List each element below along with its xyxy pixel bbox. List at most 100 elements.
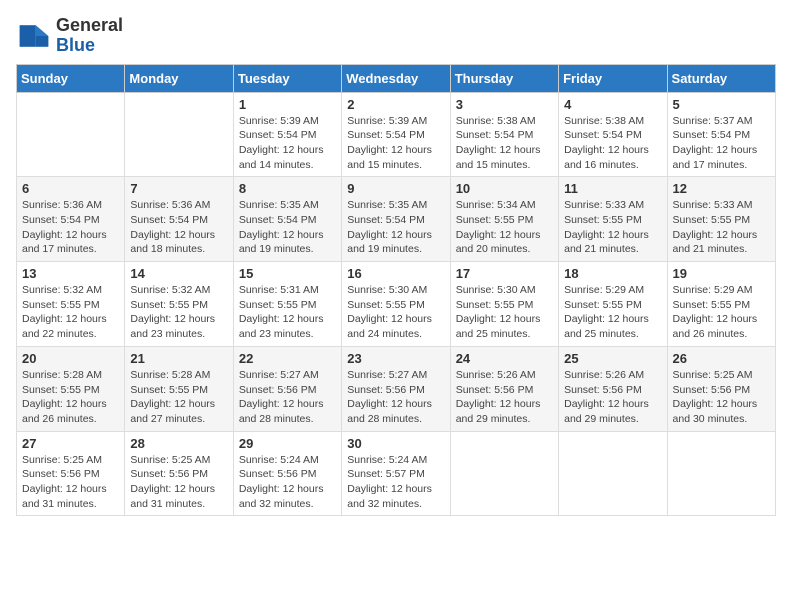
- day-number: 24: [456, 351, 553, 366]
- weekday-header-wednesday: Wednesday: [342, 64, 450, 92]
- day-info: Sunrise: 5:27 AM Sunset: 5:56 PM Dayligh…: [239, 368, 336, 427]
- calendar-cell: 15 Sunrise: 5:31 AM Sunset: 5:55 PM Dayli…: [233, 262, 341, 347]
- day-info: Sunrise: 5:34 AM Sunset: 5:55 PM Dayligh…: [456, 198, 553, 257]
- calendar-cell: [125, 92, 233, 177]
- calendar-cell: 28 Sunrise: 5:25 AM Sunset: 5:56 PM Dayli…: [125, 431, 233, 516]
- calendar-cell: 13 Sunrise: 5:32 AM Sunset: 5:55 PM Dayli…: [17, 262, 125, 347]
- calendar-cell: 23 Sunrise: 5:27 AM Sunset: 5:56 PM Dayli…: [342, 346, 450, 431]
- weekday-header-tuesday: Tuesday: [233, 64, 341, 92]
- day-info: Sunrise: 5:26 AM Sunset: 5:56 PM Dayligh…: [456, 368, 553, 427]
- day-number: 11: [564, 181, 661, 196]
- day-info: Sunrise: 5:28 AM Sunset: 5:55 PM Dayligh…: [22, 368, 119, 427]
- day-number: 18: [564, 266, 661, 281]
- day-info: Sunrise: 5:25 AM Sunset: 5:56 PM Dayligh…: [22, 453, 119, 512]
- day-number: 16: [347, 266, 444, 281]
- calendar-cell: 8 Sunrise: 5:35 AM Sunset: 5:54 PM Daylig…: [233, 177, 341, 262]
- day-number: 23: [347, 351, 444, 366]
- calendar-cell: 19 Sunrise: 5:29 AM Sunset: 5:55 PM Dayli…: [667, 262, 775, 347]
- day-number: 7: [130, 181, 227, 196]
- day-number: 2: [347, 97, 444, 112]
- day-info: Sunrise: 5:24 AM Sunset: 5:57 PM Dayligh…: [347, 453, 444, 512]
- day-number: 20: [22, 351, 119, 366]
- weekday-header-monday: Monday: [125, 64, 233, 92]
- calendar-cell: 9 Sunrise: 5:35 AM Sunset: 5:54 PM Daylig…: [342, 177, 450, 262]
- calendar-cell: 29Sunrise: 5:24 AM Sunset: 5:56 PM Dayli…: [233, 431, 341, 516]
- day-number: 12: [673, 181, 770, 196]
- calendar-cell: [559, 431, 667, 516]
- calendar-cell: 14Sunrise: 5:32 AM Sunset: 5:55 PM Dayli…: [125, 262, 233, 347]
- day-number: 30: [347, 436, 444, 451]
- day-info: Sunrise: 5:38 AM Sunset: 5:54 PM Dayligh…: [564, 114, 661, 173]
- day-number: 28: [130, 436, 227, 451]
- day-number: 13: [22, 266, 119, 281]
- day-number: 6: [22, 181, 119, 196]
- day-info: Sunrise: 5:33 AM Sunset: 5:55 PM Dayligh…: [564, 198, 661, 257]
- day-info: Sunrise: 5:35 AM Sunset: 5:54 PM Dayligh…: [347, 198, 444, 257]
- day-info: Sunrise: 5:29 AM Sunset: 5:55 PM Dayligh…: [564, 283, 661, 342]
- calendar-cell: 5 Sunrise: 5:37 AM Sunset: 5:54 PM Daylig…: [667, 92, 775, 177]
- calendar-cell: 20 Sunrise: 5:28 AM Sunset: 5:55 PM Dayli…: [17, 346, 125, 431]
- calendar-cell: 16 Sunrise: 5:30 AM Sunset: 5:55 PM Dayli…: [342, 262, 450, 347]
- calendar-cell: 18 Sunrise: 5:29 AM Sunset: 5:55 PM Dayli…: [559, 262, 667, 347]
- day-info: Sunrise: 5:32 AM Sunset: 5:55 PM Dayligh…: [130, 283, 227, 342]
- day-number: 22: [239, 351, 336, 366]
- calendar-header-row: SundayMondayTuesdayWednesdayThursdayFrid…: [17, 64, 776, 92]
- calendar-week-2: 6 Sunrise: 5:36 AM Sunset: 5:54 PM Daylig…: [17, 177, 776, 262]
- day-number: 26: [673, 351, 770, 366]
- logo: General Blue: [16, 16, 123, 56]
- day-number: 19: [673, 266, 770, 281]
- weekday-header-saturday: Saturday: [667, 64, 775, 92]
- day-info: Sunrise: 5:25 AM Sunset: 5:56 PM Dayligh…: [130, 453, 227, 512]
- day-number: 5: [673, 97, 770, 112]
- calendar-cell: 22 Sunrise: 5:27 AM Sunset: 5:56 PM Dayli…: [233, 346, 341, 431]
- day-info: Sunrise: 5:39 AM Sunset: 5:54 PM Dayligh…: [239, 114, 336, 173]
- calendar-cell: 12Sunrise: 5:33 AM Sunset: 5:55 PM Dayli…: [667, 177, 775, 262]
- day-info: Sunrise: 5:27 AM Sunset: 5:56 PM Dayligh…: [347, 368, 444, 427]
- day-info: Sunrise: 5:29 AM Sunset: 5:55 PM Dayligh…: [673, 283, 770, 342]
- calendar-cell: 3 Sunrise: 5:38 AM Sunset: 5:54 PM Daylig…: [450, 92, 558, 177]
- logo-icon: [16, 18, 52, 54]
- day-number: 15: [239, 266, 336, 281]
- day-info: Sunrise: 5:26 AM Sunset: 5:56 PM Dayligh…: [564, 368, 661, 427]
- day-info: Sunrise: 5:32 AM Sunset: 5:55 PM Dayligh…: [22, 283, 119, 342]
- day-info: Sunrise: 5:36 AM Sunset: 5:54 PM Dayligh…: [22, 198, 119, 257]
- calendar-week-1: 1 Sunrise: 5:39 AM Sunset: 5:54 PM Daylig…: [17, 92, 776, 177]
- day-info: Sunrise: 5:30 AM Sunset: 5:55 PM Dayligh…: [347, 283, 444, 342]
- calendar-week-3: 13 Sunrise: 5:32 AM Sunset: 5:55 PM Dayli…: [17, 262, 776, 347]
- day-number: 3: [456, 97, 553, 112]
- day-number: 17: [456, 266, 553, 281]
- day-number: 29: [239, 436, 336, 451]
- day-info: Sunrise: 5:38 AM Sunset: 5:54 PM Dayligh…: [456, 114, 553, 173]
- calendar-cell: [667, 431, 775, 516]
- day-number: 4: [564, 97, 661, 112]
- day-info: Sunrise: 5:30 AM Sunset: 5:55 PM Dayligh…: [456, 283, 553, 342]
- day-number: 10: [456, 181, 553, 196]
- calendar-cell: [450, 431, 558, 516]
- day-info: Sunrise: 5:36 AM Sunset: 5:54 PM Dayligh…: [130, 198, 227, 257]
- calendar-cell: 17 Sunrise: 5:30 AM Sunset: 5:55 PM Dayli…: [450, 262, 558, 347]
- calendar-cell: 27Sunrise: 5:25 AM Sunset: 5:56 PM Dayli…: [17, 431, 125, 516]
- day-number: 8: [239, 181, 336, 196]
- calendar-week-5: 27Sunrise: 5:25 AM Sunset: 5:56 PM Dayli…: [17, 431, 776, 516]
- logo-text: General Blue: [56, 16, 123, 56]
- calendar-week-4: 20 Sunrise: 5:28 AM Sunset: 5:55 PM Dayli…: [17, 346, 776, 431]
- day-info: Sunrise: 5:28 AM Sunset: 5:55 PM Dayligh…: [130, 368, 227, 427]
- day-number: 1: [239, 97, 336, 112]
- weekday-header-friday: Friday: [559, 64, 667, 92]
- page-header: General Blue: [16, 16, 776, 56]
- calendar-cell: 2 Sunrise: 5:39 AM Sunset: 5:54 PM Daylig…: [342, 92, 450, 177]
- day-number: 21: [130, 351, 227, 366]
- day-info: Sunrise: 5:39 AM Sunset: 5:54 PM Dayligh…: [347, 114, 444, 173]
- weekday-header-thursday: Thursday: [450, 64, 558, 92]
- calendar-cell: 10 Sunrise: 5:34 AM Sunset: 5:55 PM Dayli…: [450, 177, 558, 262]
- day-info: Sunrise: 5:31 AM Sunset: 5:55 PM Dayligh…: [239, 283, 336, 342]
- calendar-cell: [17, 92, 125, 177]
- calendar-cell: 25Sunrise: 5:26 AM Sunset: 5:56 PM Dayli…: [559, 346, 667, 431]
- weekday-header-sunday: Sunday: [17, 64, 125, 92]
- day-number: 9: [347, 181, 444, 196]
- calendar-cell: 4 Sunrise: 5:38 AM Sunset: 5:54 PM Daylig…: [559, 92, 667, 177]
- day-info: Sunrise: 5:37 AM Sunset: 5:54 PM Dayligh…: [673, 114, 770, 173]
- calendar-cell: 7 Sunrise: 5:36 AM Sunset: 5:54 PM Daylig…: [125, 177, 233, 262]
- day-info: Sunrise: 5:35 AM Sunset: 5:54 PM Dayligh…: [239, 198, 336, 257]
- calendar-cell: 21 Sunrise: 5:28 AM Sunset: 5:55 PM Dayli…: [125, 346, 233, 431]
